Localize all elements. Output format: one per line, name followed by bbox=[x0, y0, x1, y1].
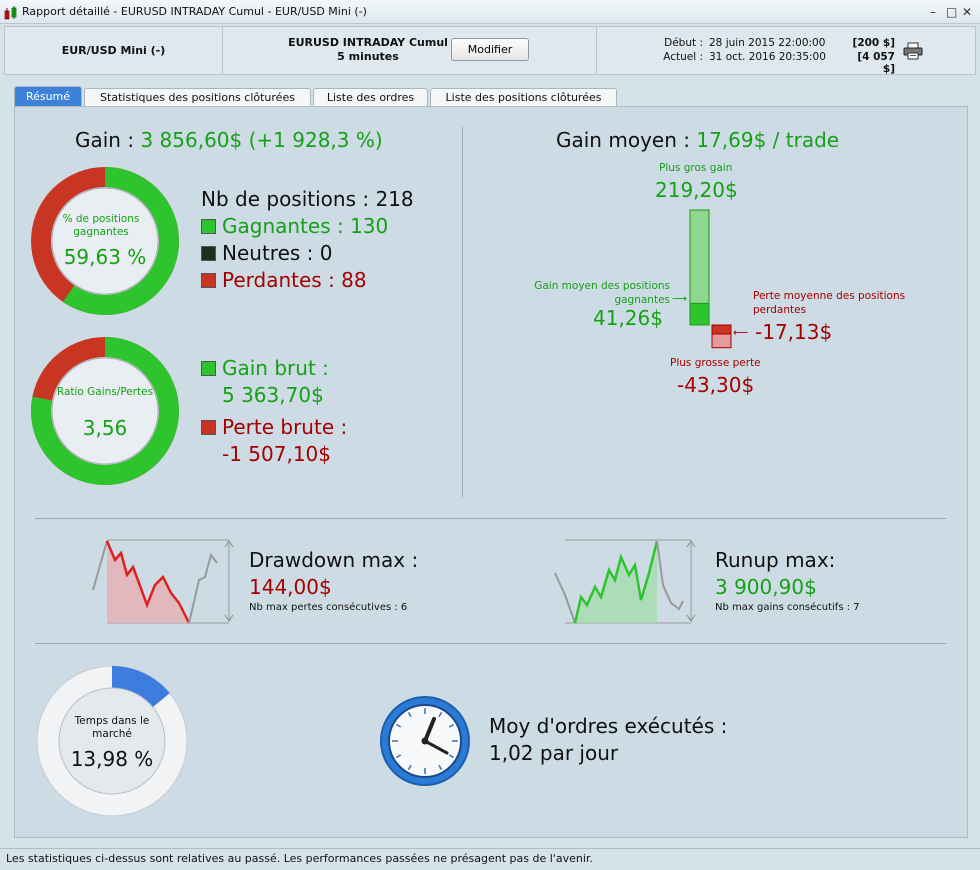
start-amount: [200 $] bbox=[852, 37, 895, 49]
avg-loss-label: Perte moyenne des positions perdantes bbox=[753, 290, 906, 316]
gross-gain-legend-icon bbox=[201, 361, 216, 376]
gain-loss-ratio-donut bbox=[31, 337, 179, 485]
avg-win-bar bbox=[689, 302, 710, 326]
avg-win-arrow-icon: ⟶ bbox=[672, 293, 688, 305]
runup-value: 3 900,90$ bbox=[715, 575, 817, 599]
avg-win-value: 41,26$ bbox=[593, 306, 663, 330]
drawdown-label: Drawdown max : bbox=[249, 548, 419, 572]
current-amount: [4 057 $] bbox=[857, 51, 895, 75]
losers-count: Perdantes : 88 bbox=[222, 268, 367, 292]
gross-gain-value: 5 363,70$ bbox=[222, 383, 324, 407]
date-range-cell: Début : 28 juin 2015 22:00:00 [200 $] Ac… bbox=[597, 27, 977, 75]
neutral-legend-icon bbox=[201, 246, 216, 261]
market-time-label: Temps dans le marché bbox=[74, 715, 150, 740]
avg-gain-value: 17,69$ / trade bbox=[696, 128, 840, 152]
gain-line: Gain : 3 856,60$ (+1 928,3 %) bbox=[75, 128, 383, 152]
biggest-loss-label: Plus grosse perte bbox=[670, 357, 761, 369]
tab-closed-position-list[interactable]: Liste des positions clôturées bbox=[430, 88, 617, 106]
runup-label: Runup max: bbox=[715, 548, 836, 572]
runup-sparkline-icon bbox=[554, 539, 696, 624]
avg-loss-bar bbox=[711, 324, 732, 335]
winners-legend-icon bbox=[201, 219, 216, 234]
minimize-icon[interactable]: – bbox=[930, 5, 936, 19]
gross-gain-label: Gain brut : bbox=[222, 356, 329, 380]
window-title: Rapport détaillé - EURUSD INTRADAY Cumul… bbox=[22, 5, 367, 18]
instrument-name: EUR/USD Mini (-) bbox=[5, 27, 223, 74]
maximize-icon[interactable]: □ bbox=[946, 5, 957, 19]
column-divider bbox=[462, 127, 463, 497]
start-label: Début : bbox=[664, 37, 703, 49]
tab-summary[interactable]: Résumé bbox=[14, 86, 82, 106]
avg-gain-line: Gain moyen : 17,69$ / trade bbox=[556, 128, 839, 152]
win-rate-value: 59,63 % bbox=[63, 245, 147, 269]
current-date: 31 oct. 2016 20:35:00 bbox=[709, 51, 826, 63]
section-divider-2 bbox=[35, 643, 946, 644]
avg-loss-arrow-icon: ⟵ bbox=[733, 327, 749, 339]
ratio-donut-label: Ratio Gains/Pertes bbox=[56, 386, 154, 398]
summary-panel: Gain : 3 856,60$ (+1 928,3 %) % de posit… bbox=[14, 106, 968, 838]
orders-label: Moy d'ordres exécutés : bbox=[489, 714, 728, 738]
report-header: EUR/USD Mini (-) EURUSD INTRADAY Cumul 5… bbox=[4, 26, 976, 75]
start-date: 28 juin 2015 22:00:00 bbox=[709, 37, 826, 49]
winners-count: Gagnantes : 130 bbox=[222, 214, 389, 238]
biggest-gain-value: 219,20$ bbox=[655, 178, 738, 202]
market-donut-center bbox=[58, 687, 166, 795]
clock-icon bbox=[380, 696, 470, 786]
strategy-period: 5 minutes bbox=[337, 50, 399, 63]
win-donut-label: % de positions gagnantes bbox=[62, 213, 140, 238]
biggest-loss-value: -43,30$ bbox=[677, 373, 755, 397]
win-rate-donut bbox=[31, 167, 179, 315]
current-label: Actuel : bbox=[663, 51, 703, 63]
tab-order-list[interactable]: Liste des ordres bbox=[313, 88, 428, 106]
strategy-name-block: EURUSD INTRADAY Cumul 5 minutes bbox=[283, 36, 453, 64]
gain-value: 3 856,60$ (+1 928,3 %) bbox=[140, 128, 383, 152]
disclaimer-footer: Les statistiques ci-dessus sont relative… bbox=[0, 848, 980, 870]
market-time-donut bbox=[36, 665, 188, 817]
ratio-donut-center bbox=[51, 357, 159, 465]
gross-loss-value: -1 507,10$ bbox=[222, 442, 332, 466]
runup-consecutive-gains: Nb max gains consécutifs : 7 bbox=[715, 602, 860, 613]
avg-gain-label: Gain moyen : bbox=[556, 128, 690, 152]
ratio-value: 3,56 bbox=[82, 416, 128, 440]
win-donut-center bbox=[51, 187, 159, 295]
positions-count: Nb de positions : 218 bbox=[201, 187, 414, 211]
drawdown-sparkline-icon bbox=[92, 539, 234, 624]
printer-icon[interactable] bbox=[903, 42, 923, 60]
avg-loss-value: -17,13$ bbox=[755, 320, 833, 344]
gain-label: Gain : bbox=[75, 128, 135, 152]
section-divider-1 bbox=[35, 518, 946, 519]
gross-loss-legend-icon bbox=[201, 420, 216, 435]
drawdown-value: 144,00$ bbox=[249, 575, 332, 599]
avg-win-label: Gain moyen des positions gagnantes bbox=[534, 280, 670, 306]
close-icon[interactable]: ✕ bbox=[962, 5, 972, 19]
chart-app-icon bbox=[4, 6, 17, 20]
modify-button[interactable]: Modifier bbox=[451, 38, 529, 61]
title-bar: Rapport détaillé - EURUSD INTRADAY Cumul… bbox=[0, 0, 980, 24]
orders-value: 1,02 par jour bbox=[489, 741, 619, 765]
strategy-cell: EURUSD INTRADAY Cumul 5 minutes Modifier bbox=[223, 27, 597, 74]
losers-legend-icon bbox=[201, 273, 216, 288]
market-time-value: 13,98 % bbox=[70, 747, 154, 771]
neutral-count: Neutres : 0 bbox=[222, 241, 333, 265]
tab-closed-position-stats[interactable]: Statistiques des positions clôturées bbox=[84, 88, 311, 106]
drawdown-consecutive-losses: Nb max pertes consécutives : 6 bbox=[249, 602, 408, 613]
strategy-name: EURUSD INTRADAY Cumul bbox=[288, 36, 448, 49]
gross-loss-label: Perte brute : bbox=[222, 415, 348, 439]
biggest-gain-label: Plus gros gain bbox=[659, 162, 733, 174]
